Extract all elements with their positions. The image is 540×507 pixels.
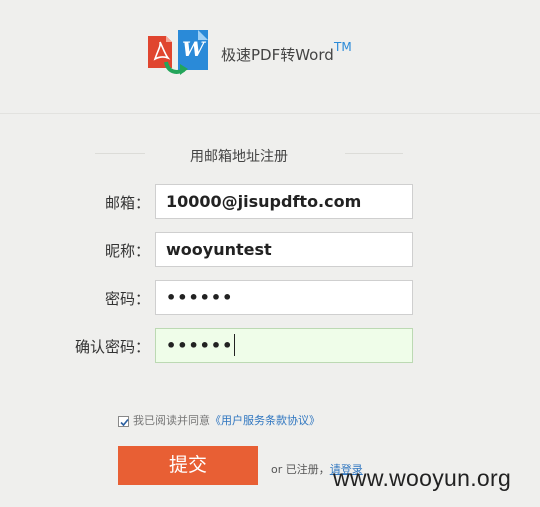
section-title-text: 用邮箱地址注册 <box>190 149 288 165</box>
watermark: www.wooyun.org <box>333 465 512 491</box>
terms-checkbox[interactable] <box>118 415 129 427</box>
terms-link[interactable]: 《用户服务条款协议》 <box>210 414 320 427</box>
confirm-password-value: •••••• <box>166 336 234 355</box>
confirm-password-label: 确认密码： <box>74 338 150 356</box>
trademark-symbol: TM <box>334 40 352 54</box>
divider-right <box>345 153 403 154</box>
terms-agreement: 我已阅读并同意《用户服务条款协议》 <box>118 412 320 428</box>
brand-name: 极速PDF转Word <box>221 46 334 64</box>
checkmark-icon <box>120 418 129 426</box>
text-caret <box>234 333 236 356</box>
nickname-field[interactable]: wooyuntest <box>155 232 413 267</box>
login-prefix: or 已注册， <box>271 463 330 476</box>
pdf-to-word-logo-icon: W <box>146 28 216 76</box>
email-label: 邮箱： <box>104 194 150 212</box>
email-field[interactable]: 10000@jisupdfto.com <box>155 184 413 219</box>
password-field[interactable]: •••••• <box>155 280 413 315</box>
nickname-label: 昵称： <box>104 242 150 260</box>
terms-prefix: 我已阅读并同意 <box>133 414 210 427</box>
header: W 极速PDF转Word TM <box>0 0 540 114</box>
submit-button[interactable]: 提交 <box>118 446 258 485</box>
register-section-title: 用邮箱地址注册 <box>0 146 540 166</box>
svg-text:W: W <box>182 37 207 61</box>
divider-left <box>95 153 145 154</box>
password-label: 密码： <box>104 290 150 308</box>
confirm-password-field[interactable]: •••••• <box>155 328 413 363</box>
